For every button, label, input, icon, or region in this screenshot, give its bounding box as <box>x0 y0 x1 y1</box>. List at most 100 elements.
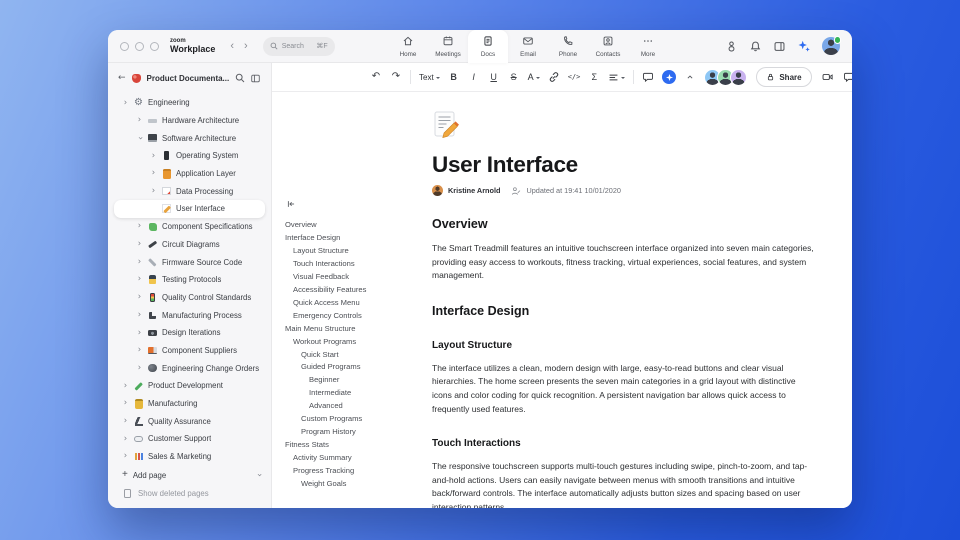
sidebar-item-product-development[interactable]: › Product Development <box>114 377 265 395</box>
chat-button[interactable] <box>843 69 852 85</box>
outline-item-program-history[interactable]: Program History <box>285 426 432 439</box>
chevron-right-icon[interactable]: › <box>136 275 143 284</box>
chevron-right-icon[interactable]: › <box>122 399 129 408</box>
redo-button[interactable]: ↷ <box>390 69 402 85</box>
nav-back-button[interactable]: ‹ <box>225 40 239 52</box>
show-deleted-pages-button[interactable]: Show deleted pages <box>114 484 265 502</box>
sidebar-item-component-specifications[interactable]: › Component Specifications <box>114 218 265 236</box>
chevron-right-icon[interactable]: › <box>122 382 129 391</box>
chevron-right-icon[interactable]: › <box>150 169 157 178</box>
underline-button[interactable]: U <box>488 69 500 85</box>
tab-docs[interactable]: Docs <box>468 30 508 63</box>
sidebar-item-manufacturing-process[interactable]: › Manufacturing Process <box>114 306 265 324</box>
outline-item-touch-interactions[interactable]: Touch Interactions <box>285 258 432 271</box>
outline-item-workout-programs[interactable]: Workout Programs <box>285 336 432 349</box>
outline-item-emergency-controls[interactable]: Emergency Controls <box>285 310 432 323</box>
nav-forward-button[interactable]: › <box>239 40 253 52</box>
align-dropdown[interactable] <box>608 69 626 85</box>
outline-item-advanced[interactable]: Advanced <box>285 400 432 413</box>
outline-item-visual-feedback[interactable]: Visual Feedback <box>285 271 432 284</box>
chevron-right-icon[interactable]: › <box>136 240 143 249</box>
chevron-right-icon[interactable]: › <box>136 258 143 267</box>
user-avatar[interactable] <box>822 36 841 55</box>
sidebar-search-icon[interactable] <box>235 73 245 83</box>
chevron-right-icon[interactable]: › <box>136 293 143 302</box>
tab-home[interactable]: Home <box>388 30 428 62</box>
code-button[interactable]: </> <box>568 69 581 85</box>
text-style-dropdown[interactable]: Text <box>419 69 440 85</box>
outline-item-custom-programs[interactable]: Custom Programs <box>285 413 432 426</box>
chevron-down-icon[interactable]: › <box>135 135 145 142</box>
sidebar-item-data-processing[interactable]: › Data Processing <box>114 182 265 200</box>
sidebar-item-software-architecture[interactable]: › Software Architecture <box>114 129 265 147</box>
sidebar-item-customer-support[interactable]: › Customer Support <box>114 430 265 448</box>
comment-button[interactable] <box>642 69 654 85</box>
chevron-down-icon[interactable] <box>257 470 261 480</box>
link-button[interactable] <box>548 69 560 85</box>
italic-button[interactable]: I <box>468 69 480 85</box>
outline-collapse-icon[interactable] <box>285 196 432 214</box>
chevron-right-icon[interactable]: › <box>150 152 157 161</box>
sidebar-item-hardware-architecture[interactable]: › Hardware Architecture <box>114 112 265 130</box>
window-minimize-button[interactable] <box>135 41 144 51</box>
add-page-button[interactable]: Add page <box>114 467 265 485</box>
outline-item-quick-access-menu[interactable]: Quick Access Menu <box>285 297 432 310</box>
sidebar-item-operating-system[interactable]: › Operating System <box>114 147 265 165</box>
chevron-right-icon[interactable]: › <box>136 311 143 320</box>
tab-email[interactable]: Email <box>508 30 548 62</box>
chevron-right-icon[interactable]: › <box>122 435 129 444</box>
tab-more[interactable]: More <box>628 30 668 62</box>
outline-item-activity-summary[interactable]: Activity Summary <box>285 452 432 465</box>
sidebar-item-firmware-source-code[interactable]: › Firmware Source Code <box>114 253 265 271</box>
sidebar-item-circuit-diagrams[interactable]: › Circuit Diagrams <box>114 236 265 254</box>
outline-item-intermediate[interactable]: Intermediate <box>285 387 432 400</box>
sidebar-collapse-icon[interactable] <box>250 73 261 84</box>
ai-companion-icon[interactable] <box>797 39 811 53</box>
chevron-right-icon[interactable]: › <box>136 222 143 231</box>
chevron-right-icon[interactable]: › <box>136 116 143 125</box>
sidebar-item-component-suppliers[interactable]: › Component Suppliers <box>114 342 265 360</box>
tab-phone[interactable]: Phone <box>548 30 588 62</box>
outline-item-guided-programs[interactable]: Guided Programs <box>285 361 432 374</box>
back-icon[interactable]: ← <box>118 73 126 83</box>
outline-item-main-menu-structure[interactable]: Main Menu Structure <box>285 323 432 336</box>
sidebar-item-engineering-change-orders[interactable]: › Engineering Change Orders <box>114 359 265 377</box>
chevron-right-icon[interactable]: › <box>136 364 143 373</box>
chevron-right-icon[interactable]: › <box>122 417 129 426</box>
sidebar-item-manufacturing[interactable]: › Manufacturing <box>114 395 265 413</box>
outline-item-overview[interactable]: Overview <box>285 219 432 232</box>
chevron-right-icon[interactable]: › <box>122 452 129 461</box>
outline-item-interface-design[interactable]: Interface Design <box>285 232 432 245</box>
sidebar-item-engineering[interactable]: › Engineering <box>114 94 265 112</box>
people-icon[interactable] <box>725 40 738 53</box>
undo-button[interactable]: ↶ <box>370 69 382 85</box>
window-close-button[interactable] <box>120 41 129 51</box>
bold-button[interactable]: B <box>448 69 460 85</box>
sidebar-item-user-interface[interactable]: User Interface <box>114 200 265 218</box>
outline-item-fitness-stats[interactable]: Fitness Stats <box>285 439 432 452</box>
ai-button[interactable] <box>662 70 677 84</box>
collapse-toolbar-button[interactable] <box>684 69 696 85</box>
video-button[interactable] <box>821 69 834 85</box>
sidebar-item-quality-control-standards[interactable]: › Quality Control Standards <box>114 289 265 307</box>
memo-icon[interactable] <box>432 110 814 143</box>
sidebar-item-design-iterations[interactable]: › Design Iterations <box>114 324 265 342</box>
tab-contacts[interactable]: Contacts <box>588 30 628 62</box>
share-button[interactable]: Share <box>756 67 812 87</box>
outline-item-layout-structure[interactable]: Layout Structure <box>285 245 432 258</box>
chevron-right-icon[interactable]: › <box>136 329 143 338</box>
outline-item-accessibility-features[interactable]: Accessibility Features <box>285 284 432 297</box>
outline-item-quick-start[interactable]: Quick Start <box>285 349 432 362</box>
sidebar-item-application-layer[interactable]: › Application Layer <box>114 165 265 183</box>
tab-meetings[interactable]: Meetings <box>428 30 468 62</box>
sidebar-item-quality-assurance[interactable]: › Quality Assurance <box>114 412 265 430</box>
outline-item-progress-tracking[interactable]: Progress Tracking <box>285 465 432 478</box>
window-zoom-button[interactable] <box>150 41 159 51</box>
sidebar-item-testing-protocols[interactable]: › Testing Protocols <box>114 271 265 289</box>
side-panel-toggle-icon[interactable] <box>773 40 786 53</box>
font-color-dropdown[interactable]: A <box>528 69 540 85</box>
notifications-bell-icon[interactable] <box>749 40 762 53</box>
collaborator-avatar[interactable] <box>730 68 748 86</box>
chevron-right-icon[interactable]: › <box>136 346 143 355</box>
search-input[interactable]: Search ⌘F <box>262 36 335 56</box>
